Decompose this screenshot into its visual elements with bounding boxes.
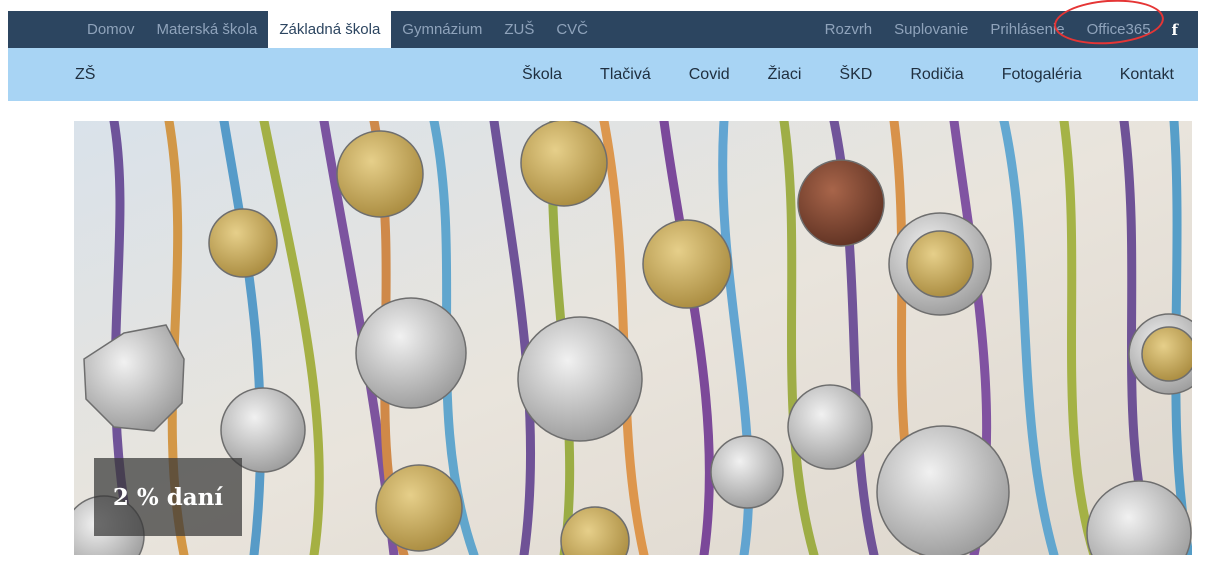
top-nav-cvc[interactable]: CVČ <box>545 11 599 48</box>
hero-banner[interactable]: 2 % daní <box>74 121 1192 555</box>
sub-nav-skola[interactable]: Škola <box>522 66 562 84</box>
top-nav-materska-skola[interactable]: Materská škola <box>146 11 269 48</box>
sub-nav-ziaci[interactable]: Žiaci <box>768 66 802 84</box>
top-nav-left: Domov Materská škola Základná škola Gymn… <box>8 11 599 48</box>
sub-nav-kontakt[interactable]: Kontakt <box>1120 66 1174 84</box>
sub-nav-fotogaleria[interactable]: Fotogaléria <box>1002 66 1082 84</box>
sub-nav-rodicia[interactable]: Rodičia <box>910 66 963 84</box>
top-navigation: Domov Materská škola Základná škola Gymn… <box>8 11 1198 48</box>
hero-caption[interactable]: 2 % daní <box>94 458 242 536</box>
top-nav-suplovanie[interactable]: Suplovanie <box>883 11 979 48</box>
section-brand[interactable]: ZŠ <box>8 66 95 84</box>
top-nav-rozvrh[interactable]: Rozvrh <box>814 11 884 48</box>
top-nav-zakladna-skola[interactable]: Základná škola <box>268 11 392 48</box>
sub-nav-links: Škola Tlačivá Covid Žiaci ŠKD Rodičia Fo… <box>484 66 1198 84</box>
sub-navigation: ZŠ Škola Tlačivá Covid Žiaci ŠKD Rodičia… <box>8 48 1198 101</box>
top-nav-domov[interactable]: Domov <box>76 11 146 48</box>
top-nav-office365[interactable]: Office365 <box>1076 11 1162 48</box>
facebook-icon[interactable]: f <box>1162 11 1188 48</box>
top-nav-zus[interactable]: ZUŠ <box>493 11 545 48</box>
sub-nav-covid[interactable]: Covid <box>689 66 730 84</box>
top-nav-gymnazium[interactable]: Gymnázium <box>391 11 493 48</box>
sub-nav-tlaciva[interactable]: Tlačivá <box>600 66 651 84</box>
top-nav-prihlasenie[interactable]: Prihlásenie <box>979 11 1075 48</box>
sub-nav-skd[interactable]: ŠKD <box>839 66 872 84</box>
top-nav-right: Rozvrh Suplovanie Prihlásenie Office365 … <box>814 11 1198 48</box>
